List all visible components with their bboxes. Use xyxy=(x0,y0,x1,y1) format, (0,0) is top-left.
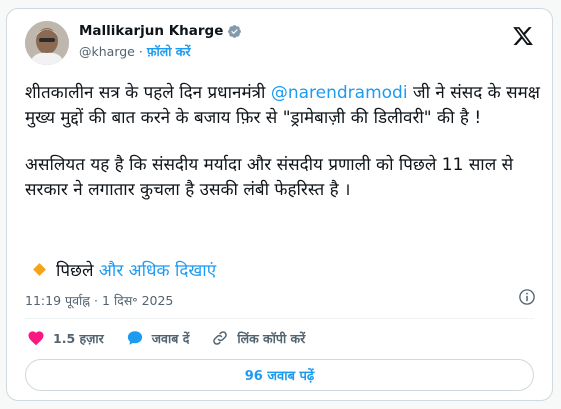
author-handle[interactable]: @kharge xyxy=(79,44,135,59)
copy-link-button[interactable]: लिंक कॉपी करें xyxy=(211,329,305,347)
reply-bubble-icon xyxy=(127,331,142,345)
follow-button[interactable]: फ़ॉलो करें xyxy=(147,43,191,60)
show-more-row: पिछले और अधिक दिखाएं xyxy=(33,258,216,281)
link-icon xyxy=(213,331,228,345)
user-info: Mallikarjun Kharge @kharge · फ़ॉलो करें xyxy=(79,23,242,60)
read-replies-button[interactable]: 96 जवाब पढ़ें xyxy=(25,359,534,391)
reply-button[interactable]: जवाब दें xyxy=(126,329,190,347)
avatar[interactable] xyxy=(25,21,69,65)
tweet-date: 1 दिस॰ 2025 xyxy=(102,293,174,308)
tweet-card: Mallikarjun Kharge @kharge · फ़ॉलो करें … xyxy=(6,8,553,401)
meta-separator: · xyxy=(94,293,99,308)
author-name[interactable]: Mallikarjun Kharge xyxy=(79,23,223,39)
reply-label: जवाब दें xyxy=(151,330,190,346)
tweet-text-part: शीतकालीन सत्र के पहले दिन प्रधानमंत्री xyxy=(25,83,271,103)
copy-link-label: लिंक कॉपी करें xyxy=(237,330,306,346)
handle-separator: · xyxy=(138,44,143,59)
avatar-image xyxy=(25,21,69,65)
show-more-prefix: पिछले xyxy=(56,261,94,281)
like-count: 1.5 हज़ार xyxy=(53,330,104,346)
tweet-timestamp[interactable]: 11:19 पूर्वाह्न · 1 दिस॰ 2025 xyxy=(25,292,173,309)
diamond-icon xyxy=(33,263,46,276)
info-icon[interactable] xyxy=(518,288,536,306)
divider xyxy=(25,318,534,319)
tweet-text: शीतकालीन सत्र के पहले दिन प्रधानमंत्री @… xyxy=(25,81,540,225)
action-bar: 1.5 हज़ार जवाब दें लिंक कॉपी करें xyxy=(27,329,327,347)
like-button[interactable]: 1.5 हज़ार xyxy=(27,329,104,347)
tweet-paragraph-1: शीतकालीन सत्र के पहले दिन प्रधानमंत्री @… xyxy=(25,81,540,131)
tweet-time: 11:19 पूर्वाह्न xyxy=(25,293,91,308)
verified-badge-icon xyxy=(228,24,242,38)
heart-icon xyxy=(28,331,44,346)
show-more-link[interactable]: और अधिक दिखाएं xyxy=(99,261,216,281)
mention-link[interactable]: @narendramodi xyxy=(271,83,408,103)
tweet-paragraph-2: असलियत यह है कि संसदीय मर्यादा और संसदीय… xyxy=(25,155,514,200)
x-logo-icon[interactable] xyxy=(512,25,534,47)
